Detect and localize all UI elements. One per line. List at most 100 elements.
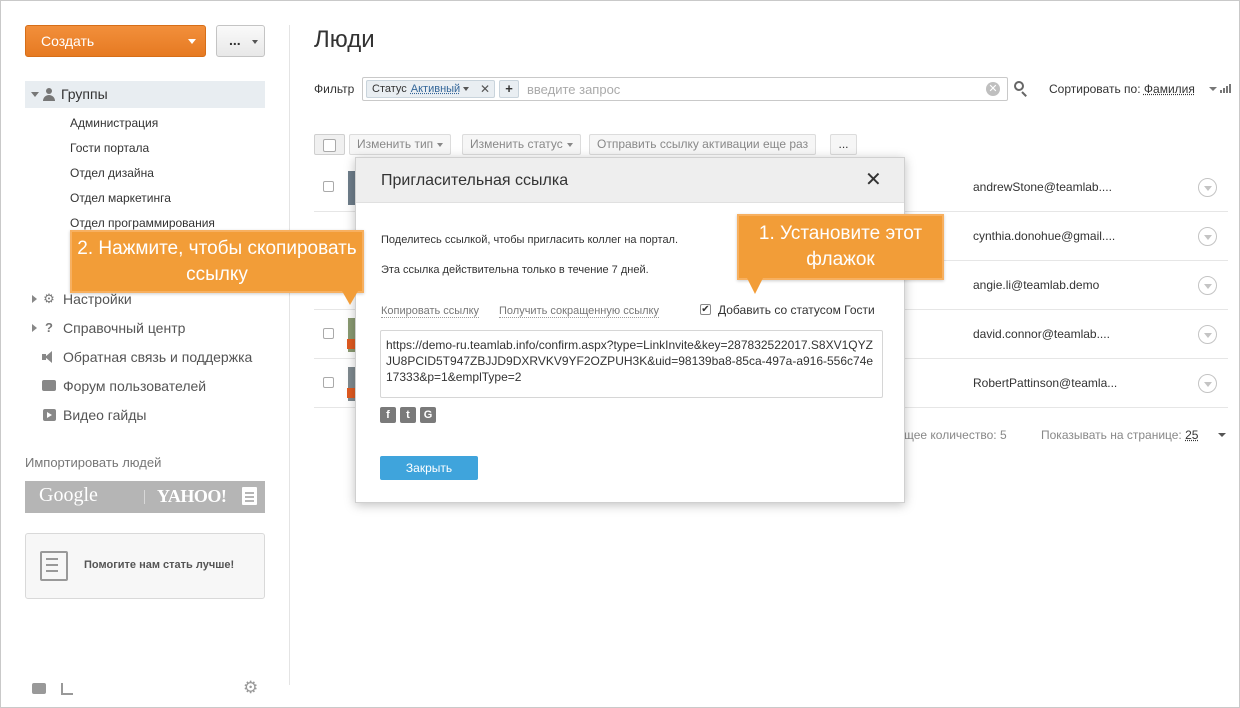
sidebar-item-groups[interactable]: Группы <box>25 81 265 108</box>
import-people-label: Импортировать людей <box>25 455 161 470</box>
close-dialog-button[interactable]: Закрыть <box>380 456 478 480</box>
filter-chip-value[interactable]: Активный <box>411 83 460 95</box>
row-email[interactable]: angie.li@teamlab.demo <box>973 278 1099 292</box>
row-checkbox[interactable] <box>323 181 334 192</box>
guest-status-checkbox[interactable]: ✔ <box>700 304 711 315</box>
google-icon[interactable]: G <box>420 407 436 423</box>
filter-chip-key: Статус <box>372 83 407 95</box>
shorten-link-button[interactable]: Получить сокращенную ссылку <box>499 305 659 318</box>
row-menu-icon[interactable] <box>1198 374 1217 393</box>
group-item[interactable]: Отдел программирования <box>70 216 215 230</box>
sidebar-item-label: Справочный центр <box>63 320 185 336</box>
sidebar-item-help[interactable]: ? Справочный центр <box>25 317 265 339</box>
guest-status-label[interactable]: Добавить со статусом Гости <box>718 303 875 317</box>
change-status-button[interactable]: Изменить статус <box>462 134 581 155</box>
pager-total-value: 5 <box>1000 428 1007 442</box>
feedback-banner-text: Помогите нам стать лучше! <box>84 559 234 571</box>
divider <box>144 490 145 504</box>
expand-triangle-icon <box>32 295 37 303</box>
copy-link-button[interactable]: Копировать ссылку <box>381 305 479 318</box>
search-input[interactable]: введите запрос <box>527 82 620 97</box>
feedback-banner[interactable]: Помогите нам стать лучше! <box>25 533 265 599</box>
page-title: Люди <box>314 26 375 54</box>
chevron-down-icon <box>567 143 573 147</box>
sidebar-item-videos[interactable]: Видео гайды <box>25 404 265 426</box>
sort-control[interactable]: Сортировать по: Фамилия <box>1049 82 1195 96</box>
pager-total: щее количество: 5 <box>904 428 1007 442</box>
group-item[interactable]: Гости портала <box>70 141 149 155</box>
row-checkbox[interactable] <box>323 377 334 388</box>
sort-value[interactable]: Фамилия <box>1144 82 1195 96</box>
dialog-description: Поделитесь ссылкой, чтобы пригласить кол… <box>381 234 678 246</box>
sidebar-item-label: Форум пользователей <box>63 378 206 394</box>
row-email[interactable]: david.connor@teamlab.... <box>973 327 1110 341</box>
dialog-title: Пригласительная ссылка <box>381 172 568 190</box>
twitter-icon[interactable]: t <box>400 407 416 423</box>
question-icon: ? <box>42 321 56 335</box>
row-menu-icon[interactable] <box>1198 325 1217 344</box>
page-size-label: Показывать на странице: <box>1041 428 1182 442</box>
filter-bar[interactable]: Статус Активный ✕ + введите запрос ✕ <box>362 77 1008 101</box>
chevron-down-icon[interactable] <box>1209 87 1217 91</box>
expand-triangle-icon <box>31 92 39 97</box>
facebook-icon[interactable]: f <box>380 407 396 423</box>
row-email[interactable]: RobertPattinson@teamla... <box>973 376 1117 390</box>
import-yahoo-button[interactable]: YAHOO! <box>157 486 226 507</box>
page-size-control[interactable]: Показывать на странице: 25 <box>1041 428 1198 442</box>
more-toolbar-button[interactable]: ... <box>830 134 857 155</box>
clear-icon[interactable]: ✕ <box>986 82 1000 96</box>
row-email[interactable]: cynthia.donohue@gmail.... <box>973 229 1115 243</box>
close-icon[interactable]: ✕ <box>865 170 882 190</box>
change-type-label: Изменить тип <box>357 137 433 151</box>
create-button-label: Создать <box>41 33 94 49</box>
filter-chip-status[interactable]: Статус Активный ✕ <box>366 80 495 98</box>
invite-link-field[interactable]: https://demo-ru.teamlab.info/confirm.asp… <box>380 330 883 398</box>
row-menu-icon[interactable] <box>1198 227 1217 246</box>
invite-link-dialog: Пригласительная ссылка ✕ Поделитесь ссыл… <box>355 157 905 503</box>
import-file-icon[interactable] <box>242 487 257 505</box>
chevron-down-icon[interactable] <box>1218 433 1226 437</box>
group-item[interactable]: Отдел дизайна <box>70 166 154 180</box>
chevron-down-icon <box>463 87 469 91</box>
sidebar-item-forum[interactable]: Форум пользователей <box>25 375 265 397</box>
chevron-down-icon <box>188 39 196 44</box>
dialog-header: Пригласительная ссылка ✕ <box>356 158 904 203</box>
row-menu-icon[interactable] <box>1198 276 1217 295</box>
row-checkbox[interactable] <box>323 328 334 339</box>
app-frame: Создать ... Группы Администрация Гости п… <box>0 0 1240 708</box>
dialog-validity-note: Эта ссылка действительна только в течени… <box>381 264 649 276</box>
group-item[interactable]: Администрация <box>70 116 158 130</box>
callout-check-flag: 1. Установите этот флажок <box>737 214 944 280</box>
megaphone-icon <box>42 351 56 363</box>
sidebar-item-feedback[interactable]: Обратная связь и поддержка <box>25 346 265 368</box>
row-email[interactable]: andrewStone@teamlab.... <box>973 180 1112 194</box>
sidebar-item-label: Настройки <box>63 291 132 307</box>
pager-total-label: щее количество: <box>904 428 997 442</box>
page-size-value[interactable]: 25 <box>1185 428 1198 442</box>
group-item[interactable]: Отдел маркетинга <box>70 191 171 205</box>
chevron-down-icon <box>437 143 443 147</box>
add-filter-button[interactable]: + <box>499 80 519 98</box>
chat-icon[interactable] <box>32 683 46 694</box>
create-button[interactable]: Создать <box>25 25 206 57</box>
sidebar-item-label: Группы <box>61 86 108 102</box>
survey-icon <box>40 551 68 581</box>
resend-activation-button[interactable]: Отправить ссылку активации еще раз <box>589 134 816 155</box>
gear-icon: ⚙ <box>42 292 56 306</box>
callout-copy-link: 2. Нажмите, чтобы скопировать ссылку <box>70 230 364 293</box>
expand-triangle-icon <box>32 324 37 332</box>
search-icon[interactable] <box>1014 81 1028 95</box>
import-bar: Google YAHOO! <box>25 481 265 513</box>
settings-gear-icon[interactable]: ⚙ <box>243 678 258 698</box>
select-all-checkbox[interactable] <box>314 134 345 155</box>
expand-icon[interactable] <box>61 683 73 695</box>
import-google-button[interactable]: Google <box>39 484 98 507</box>
change-type-button[interactable]: Изменить тип <box>349 134 451 155</box>
close-icon[interactable]: ✕ <box>480 81 490 97</box>
chat-bubble-icon <box>42 380 56 391</box>
filter-label: Фильтр <box>314 82 354 96</box>
row-menu-icon[interactable] <box>1198 178 1217 197</box>
more-actions-button[interactable]: ... <box>216 25 265 57</box>
sidebar-item-label: Обратная связь и поддержка <box>63 349 252 365</box>
sort-order-icon[interactable] <box>1220 83 1230 93</box>
